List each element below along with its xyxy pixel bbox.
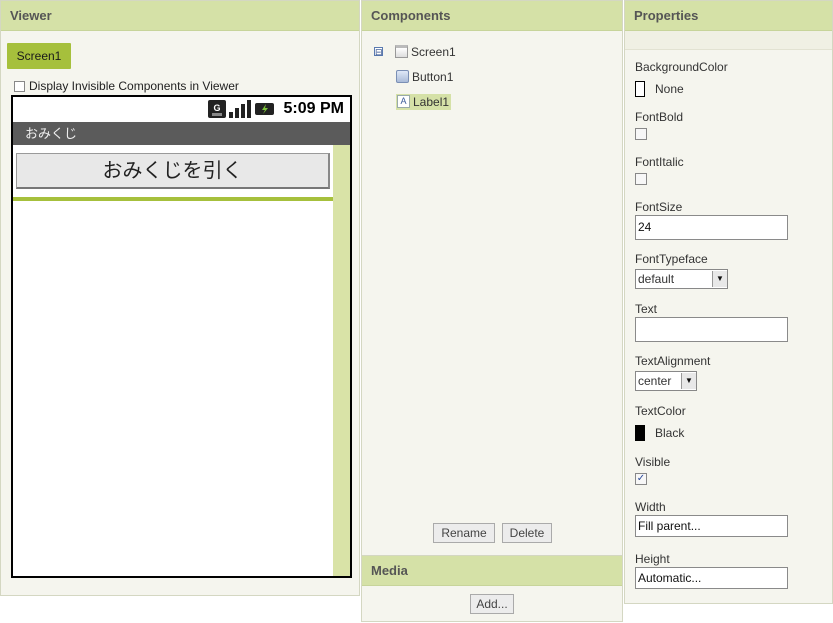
components-header: Components [362,1,622,31]
delete-button[interactable]: Delete [502,523,552,543]
tree-item-button1[interactable]: Button1 [374,64,456,89]
viewer-panel: Viewer Screen1 Display Invisible Compone… [0,0,360,596]
prop-visible: Visible ✓ [635,455,825,500]
tree-item-label: Button1 [412,69,454,84]
font-size-input[interactable]: 24 [635,215,788,240]
font-typeface-value: default [638,272,675,286]
rename-button[interactable]: Rename [433,523,495,543]
text-alignment-value: center [638,374,672,388]
display-invisible-label: Display Invisible Components in Viewer [29,79,239,93]
text-color-value: Black [655,426,685,440]
prop-label: Height [635,552,670,566]
battery-charging-icon [255,103,274,115]
properties-subheader [625,31,832,50]
property-list: BackgroundColor None FontBold FontItalic… [635,60,825,597]
app-draw-button[interactable]: おみくじを引く [16,153,330,189]
background-color-value: None [655,82,684,96]
font-typeface-select[interactable]: default ▼ [635,269,728,289]
prop-label: FontTypeface [635,252,708,266]
screen-icon [395,45,408,58]
text-input[interactable] [635,317,788,342]
prop-width: Width Fill parent... [635,500,825,552]
tree-item-label: Label1 [413,94,450,109]
prop-label: Width [635,500,666,514]
properties-header: Properties [625,1,832,31]
prop-label: TextAlignment [635,354,711,368]
width-field[interactable]: Fill parent... [635,515,788,537]
viewer-scrollbar[interactable] [333,145,350,576]
height-field[interactable]: Automatic... [635,567,788,589]
properties-panel: Properties BackgroundColor None FontBold… [624,0,833,604]
prop-height: Height Automatic... [635,552,825,597]
prop-text-color: TextColor Black [635,404,825,455]
background-color-picker[interactable]: None [635,80,825,98]
add-media-button[interactable]: Add... [470,594,514,614]
tree-item-label1[interactable]: A Label1 [374,89,456,114]
prop-font-typeface: FontTypeface default ▼ [635,252,825,302]
data-network-icon: G [208,100,226,118]
prop-font-italic: FontItalic [635,155,825,200]
screen-tab[interactable]: Screen1 [7,43,71,69]
prop-background-color: BackgroundColor None [635,60,825,110]
font-bold-checkbox[interactable] [635,128,647,140]
text-color-picker[interactable]: Black [635,424,825,442]
component-tree: ⊟ Screen1 Button1 A Label1 [374,39,456,114]
visible-checkbox[interactable]: ✓ [635,473,647,485]
phone-preview: G 5:09 PM おみくじ おみくじを引く [11,95,352,578]
selected-highlight[interactable]: A Label1 [396,93,452,110]
prop-text-alignment: TextAlignment center ▼ [635,354,825,404]
label1-preview[interactable] [13,197,333,201]
prop-label: Text [635,302,658,316]
collapse-toggle-icon[interactable]: ⊟ [374,47,383,57]
prop-font-bold: FontBold [635,110,825,155]
signal-strength-icon [229,100,251,118]
prop-label: Visible [635,455,671,469]
prop-label: TextColor [635,404,686,418]
chevron-down-icon[interactable]: ▼ [712,271,727,287]
app-content-area: おみくじを引く [13,145,350,576]
status-bar: G 5:09 PM [13,97,350,122]
prop-text: Text [635,302,825,354]
display-invisible-checkbox[interactable] [14,80,25,92]
svg-text:G: G [213,103,220,113]
text-alignment-select[interactable]: center ▼ [635,371,697,391]
display-invisible-row[interactable]: Display Invisible Components in Viewer [14,78,239,94]
status-time: 5:09 PM [283,100,344,117]
prop-label: FontBold [635,110,684,124]
prop-label: FontItalic [635,155,684,169]
chevron-down-icon[interactable]: ▼ [681,373,696,389]
button-component-icon [396,70,409,83]
tree-item-screen1[interactable]: ⊟ Screen1 [374,39,456,64]
label-component-icon: A [397,95,410,108]
components-panel: Components ⊟ Screen1 Button1 A Label1 Re… [361,0,623,556]
font-italic-checkbox[interactable] [635,173,647,185]
tree-item-label: Screen1 [411,44,456,59]
prop-label: BackgroundColor [635,60,728,74]
viewer-header: Viewer [1,1,359,31]
prop-font-size: FontSize 24 [635,200,825,252]
app-title-bar: おみくじ [13,122,350,145]
color-swatch[interactable] [635,81,645,97]
color-swatch[interactable] [635,425,645,441]
prop-label: FontSize [635,200,683,214]
media-panel: Media Add... [361,555,623,622]
media-header: Media [362,556,622,586]
